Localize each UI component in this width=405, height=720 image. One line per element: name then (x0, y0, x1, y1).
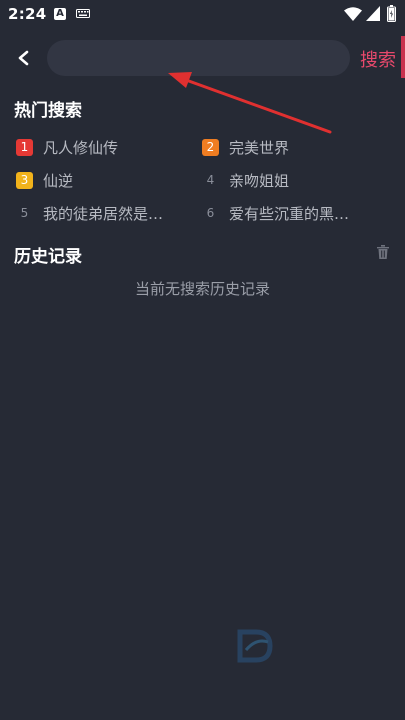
hot-search-title: 热门搜索 (14, 101, 82, 121)
hot-search-label: 我的徒弟居然是… (43, 205, 164, 223)
hot-search-label: 爱有些沉重的黑… (229, 205, 350, 223)
hot-search-label: 凡人修仙传 (43, 139, 119, 157)
hot-search-item-1[interactable]: 1 凡人修仙传 (16, 137, 196, 161)
rank-number: 5 (20, 206, 29, 220)
battery-icon (387, 5, 396, 22)
hot-search-item-5[interactable]: 5 我的徒弟居然是… (16, 203, 196, 227)
search-button[interactable]: 搜索 (360, 46, 396, 72)
back-button[interactable] (12, 44, 36, 72)
signal-icon (366, 6, 380, 21)
wifi-icon (344, 7, 362, 21)
watermark-logo (237, 629, 273, 663)
hot-search-item-6[interactable]: 6 爱有些沉重的黑… (202, 203, 382, 227)
app-notification-icon: A (54, 8, 66, 20)
rank-badge: 2 (202, 139, 219, 156)
edge-accent (401, 36, 405, 78)
keyboard-icon (76, 9, 90, 18)
hot-search-item-4[interactable]: 4 亲吻姐姐 (202, 170, 382, 194)
hot-search-item-2[interactable]: 2 完美世界 (202, 137, 382, 161)
hot-search-label: 完美世界 (229, 139, 290, 157)
history-title: 历史记录 (14, 247, 82, 267)
hot-search-item-3[interactable]: 3 仙逆 (16, 170, 196, 194)
trash-icon[interactable] (377, 245, 389, 259)
empty-history-message: 当前无搜索历史记录 (134, 280, 270, 298)
rank-badge: 1 (16, 139, 33, 156)
hot-search-label: 仙逆 (43, 172, 74, 190)
status-time: 2:24 (8, 5, 47, 23)
rank-badge: 3 (16, 172, 33, 189)
search-input[interactable] (47, 40, 350, 76)
hot-search-label: 亲吻姐姐 (229, 172, 290, 190)
rank-number: 4 (206, 173, 215, 187)
status-bar: 2:24 A (0, 0, 405, 30)
rank-number: 6 (206, 206, 215, 220)
